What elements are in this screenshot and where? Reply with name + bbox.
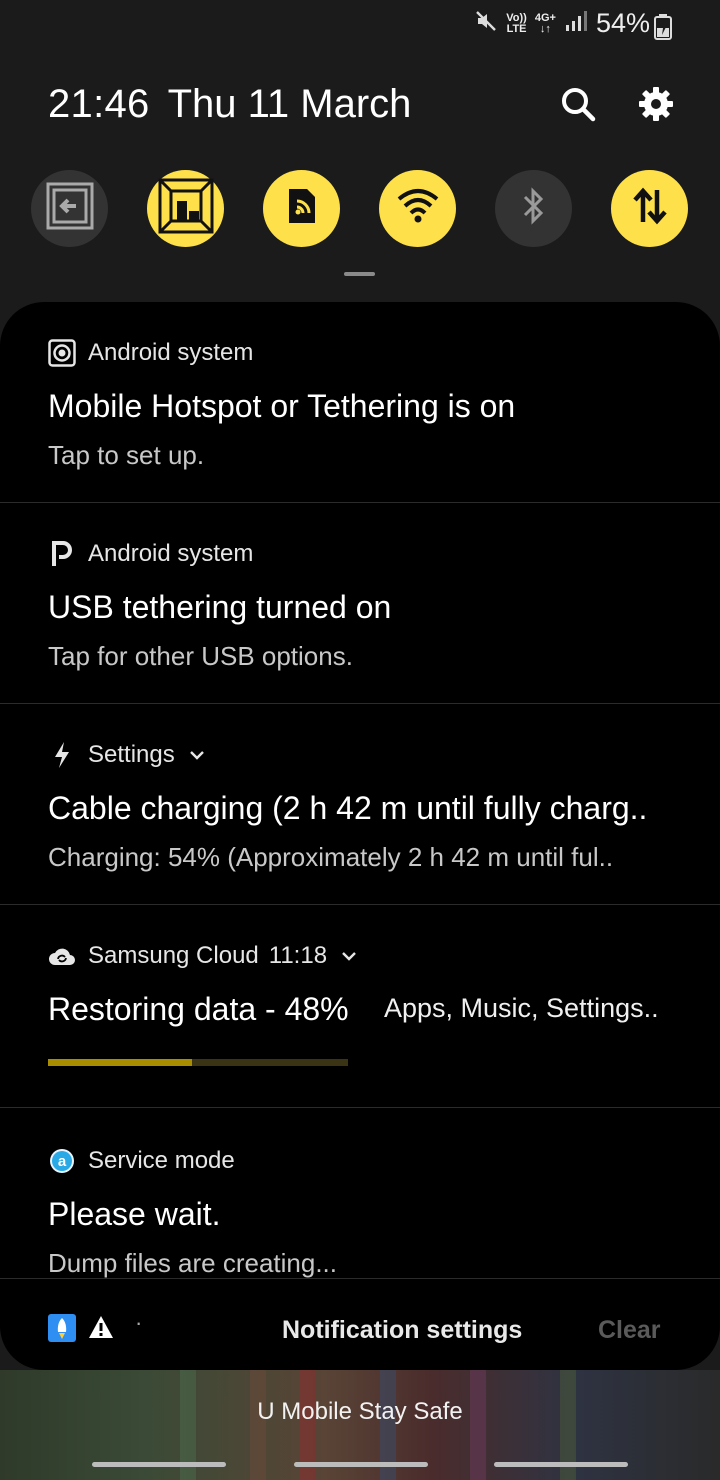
notification-panel: Android system Mobile Hotspot or Tetheri…	[0, 302, 720, 1370]
settings-gear-icon[interactable]	[634, 82, 678, 126]
quick-tile-bluetooth[interactable]	[495, 170, 572, 247]
screen-mirroring-icon	[44, 180, 96, 237]
notification-app-row: Android system	[48, 539, 253, 569]
chevron-down-icon[interactable]	[341, 951, 357, 961]
notification-app-name: Service mode	[88, 1147, 235, 1174]
dolby-atmos-icon	[157, 177, 215, 240]
notification-app-name: Samsung Cloud	[88, 942, 259, 969]
quick-tile-screen-mirroring[interactable]	[31, 170, 108, 247]
status-icons: Vo)) LTE 4G+ ↓↑ 54%	[474, 8, 650, 39]
svg-text:a: a	[58, 1153, 67, 1170]
notification-app-row: Android system	[48, 338, 253, 368]
notification-settings-button[interactable]: Notification settings	[282, 1316, 522, 1345]
nav-bar-right[interactable]	[494, 1462, 628, 1467]
more-dot: ·	[135, 1310, 143, 1335]
signal-icon	[564, 10, 588, 37]
restore-progress-bar	[48, 1059, 348, 1066]
notification-service-mode[interactable]: a Service mode Please wait. Dump files a…	[0, 1108, 720, 1278]
clear-button[interactable]: Clear	[598, 1316, 661, 1345]
wifi-icon	[396, 187, 440, 230]
usb-p-icon	[48, 540, 76, 568]
mobile-data-icon	[630, 186, 670, 231]
restore-progress-fill	[48, 1059, 192, 1066]
cloud-sync-icon	[48, 942, 76, 970]
notification-text: Charging: 54% (Approximately 2 h 42 m un…	[48, 842, 614, 872]
nav-bar-left[interactable]	[92, 1462, 226, 1467]
notification-time: 11:18	[268, 942, 328, 969]
quick-tile-mobile-hotspot[interactable]	[263, 170, 340, 247]
chevron-down-icon[interactable]	[189, 750, 205, 760]
service-a-icon: a	[48, 1147, 76, 1175]
notification-app-name: Android system	[88, 339, 254, 366]
carrier-label: U Mobile Stay Safe	[257, 1398, 463, 1425]
notification-text: Tap to set up.	[48, 440, 205, 470]
notification-title: Restoring data - 48%	[48, 991, 349, 1027]
notification-text: Apps, Music, Settings..	[384, 993, 659, 1023]
quick-tile-dolby-atmos[interactable]	[147, 170, 224, 247]
notification-title: Mobile Hotspot or Tethering is on	[48, 388, 516, 424]
battery-percent: 54%	[595, 8, 650, 38]
clock: 21:46	[48, 82, 150, 126]
quick-tile-wifi[interactable]	[379, 170, 456, 247]
warning-icon	[88, 1314, 114, 1345]
hotspot-target-icon	[48, 339, 76, 367]
footer-divider	[0, 1278, 720, 1279]
notification-footer: · Notification settings Clear	[0, 1278, 720, 1370]
volte-icon: Vo)) LTE	[506, 11, 527, 35]
charging-bolt-icon	[48, 741, 76, 769]
search-icon[interactable]	[556, 82, 600, 126]
notification-title: Please wait.	[48, 1196, 221, 1232]
rocket-app-icon	[48, 1314, 76, 1347]
notification-app-row: Settings	[48, 740, 205, 770]
drag-handle[interactable]	[344, 272, 375, 276]
battery-charging-icon	[654, 14, 672, 45]
notification-title: Cable charging (2 h 42 m until fully cha…	[48, 790, 648, 826]
status-bar: Vo)) LTE 4G+ ↓↑ 54%	[0, 0, 720, 50]
notification-app-name: Settings	[88, 741, 175, 768]
notification-app-row: Samsung Cloud 11:18	[48, 941, 357, 971]
notification-text: Tap for other USB options.	[48, 641, 353, 671]
notification-cable-charging[interactable]: Settings Cable charging (2 h 42 m until …	[0, 704, 720, 905]
quick-settings-row	[31, 170, 691, 248]
notification-title: USB tethering turned on	[48, 589, 392, 625]
notification-samsung-cloud[interactable]: Samsung Cloud 11:18 Restoring data - 48%…	[0, 905, 720, 1108]
quick-panel-header: 21:46 Thu 11 March	[48, 82, 680, 130]
notification-usb-tethering[interactable]: Android system USB tethering turned on T…	[0, 503, 720, 704]
bluetooth-icon	[519, 186, 549, 231]
date: Thu 11 March	[167, 82, 412, 126]
data-4g-icon: 4G+ ↓↑	[534, 11, 556, 35]
notification-hotspot[interactable]: Android system Mobile Hotspot or Tetheri…	[0, 302, 720, 503]
mute-icon	[474, 9, 498, 38]
notification-text: Dump files are creating...	[48, 1248, 338, 1278]
quick-tile-mobile-data[interactable]	[611, 170, 688, 247]
nav-bar-home[interactable]	[294, 1462, 428, 1467]
notification-app-row: a Service mode	[48, 1146, 235, 1176]
mobile-hotspot-icon	[281, 185, 323, 232]
notification-app-name: Android system	[88, 540, 254, 567]
